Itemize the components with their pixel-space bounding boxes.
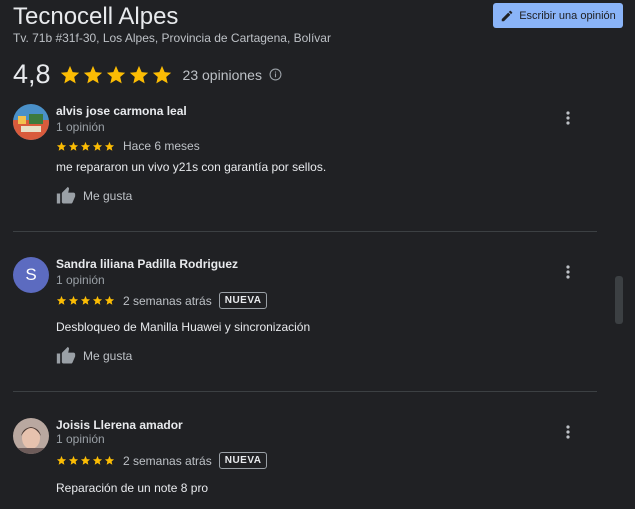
like-label: Me gusta xyxy=(83,349,133,363)
star-icon xyxy=(80,455,91,465)
star-icon xyxy=(80,141,91,151)
review-text: Reparación de un note 8 pro xyxy=(56,481,209,495)
like-button[interactable]: Me gusta xyxy=(56,186,132,206)
star-icon xyxy=(104,455,115,465)
star-icon xyxy=(68,295,79,305)
star-icon xyxy=(92,455,103,465)
review-text: Desbloqueo de Manilla Huawei y sincroniz… xyxy=(56,320,311,334)
reviewer-review-count: 1 opinión xyxy=(56,120,105,134)
more-vert-icon[interactable] xyxy=(562,424,574,440)
star-icon xyxy=(92,295,103,305)
summary-stars xyxy=(59,64,173,86)
new-badge: NUEVA xyxy=(218,452,268,469)
more-vert-icon[interactable] xyxy=(562,264,574,280)
review-stars xyxy=(56,455,115,466)
star-icon xyxy=(56,295,67,305)
avatar-image xyxy=(13,418,49,454)
star-icon xyxy=(80,295,91,305)
review-date: Hace 6 meses xyxy=(123,139,200,153)
like-button[interactable]: Me gusta xyxy=(56,346,132,366)
thumbs-up-icon xyxy=(56,186,76,204)
scrollbar-thumb[interactable] xyxy=(615,276,623,324)
star-icon xyxy=(60,65,79,83)
review-date: 2 semanas atrás xyxy=(123,293,212,308)
reviewer-name[interactable]: Sandra liliana Padilla Rodriguez xyxy=(56,257,238,271)
review-rating-line: Hace 6 meses xyxy=(56,139,200,153)
review-text: me repararon un vivo y21s con garantía p… xyxy=(56,160,327,174)
info-icon[interactable] xyxy=(269,68,282,81)
reviewer-name[interactable]: Joisis Llerena amador xyxy=(56,418,183,432)
star-icon xyxy=(68,141,79,151)
reviewer-review-count: 1 opinión xyxy=(56,273,105,287)
like-label: Me gusta xyxy=(83,189,133,203)
star-icon xyxy=(129,65,148,83)
star-icon xyxy=(92,141,103,151)
reviewer-name[interactable]: alvis jose carmona leal xyxy=(56,104,187,118)
reviewer-review-count: 1 opinión xyxy=(56,432,105,446)
average-rating: 4,8 xyxy=(13,59,51,89)
review-stars xyxy=(56,141,115,152)
place-address: Tv. 71b #31f-30, Los Alpes, Provincia de… xyxy=(13,31,331,45)
review-rating-line: 2 semanas atrás NUEVA xyxy=(56,452,268,469)
review-rating-line: 2 semanas atrás NUEVA xyxy=(56,292,268,309)
star-icon xyxy=(83,65,102,83)
star-icon xyxy=(106,65,125,83)
new-badge: NUEVA xyxy=(218,292,268,309)
rating-summary: 4,8 23 opiniones xyxy=(13,59,282,90)
thumbs-up-icon xyxy=(56,346,76,364)
review-date: 2 semanas atrás xyxy=(123,453,212,468)
star-icon xyxy=(152,65,171,83)
star-icon xyxy=(104,295,115,305)
star-icon xyxy=(56,455,67,465)
place-title: Tecnocell Alpes xyxy=(13,3,179,30)
review-stars xyxy=(56,295,115,306)
write-review-label: Escribir una opinión xyxy=(519,9,616,22)
avatar-image xyxy=(13,104,49,140)
divider xyxy=(13,231,597,232)
divider xyxy=(13,391,597,392)
write-review-button[interactable]: Escribir una opinión xyxy=(493,3,623,28)
avatar[interactable]: S xyxy=(13,257,49,293)
avatar[interactable] xyxy=(13,418,49,454)
pencil-icon xyxy=(501,10,513,21)
review-count: 23 opiniones xyxy=(182,66,262,83)
star-icon xyxy=(104,141,115,151)
star-icon xyxy=(56,141,67,151)
avatar[interactable] xyxy=(13,104,49,140)
star-icon xyxy=(68,455,79,465)
more-vert-icon[interactable] xyxy=(562,110,574,126)
